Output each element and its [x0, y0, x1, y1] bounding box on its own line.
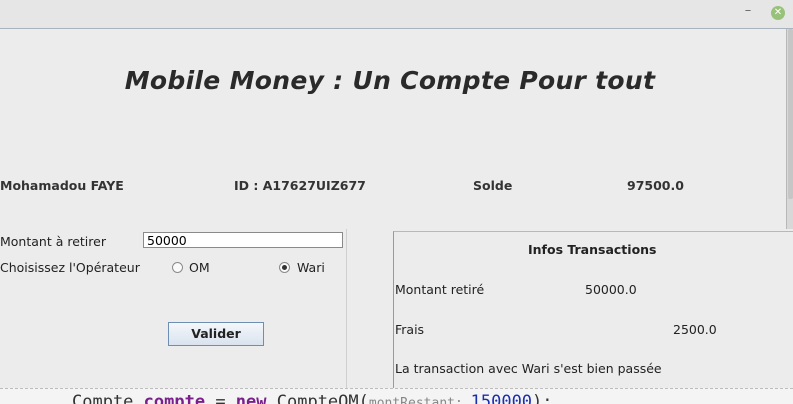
- code-end: );: [532, 392, 553, 404]
- code-number: 150000: [470, 392, 533, 404]
- transactions-title: Infos Transactions: [528, 242, 657, 257]
- validate-button[interactable]: Valider: [168, 322, 264, 346]
- withdrawn-label: Montant retiré: [395, 282, 485, 297]
- window-titlebar: – ✕: [0, 0, 793, 29]
- om-radio[interactable]: [172, 262, 183, 273]
- wari-radio[interactable]: [279, 262, 290, 273]
- balance-label: Solde: [473, 178, 513, 193]
- code-new-keyword: new: [235, 392, 267, 404]
- scrollbar-thumb[interactable]: [788, 29, 793, 199]
- amount-input[interactable]: [143, 232, 343, 248]
- balance-value: 97500.0: [627, 178, 684, 193]
- code-assign: =: [205, 392, 236, 404]
- withdrawal-form-panel: [0, 229, 347, 390]
- minimize-icon[interactable]: –: [741, 4, 755, 18]
- account-id: ID : A17627UIZ677: [234, 178, 366, 193]
- code-constructor: CompteOM(: [266, 392, 369, 404]
- close-icon[interactable]: ✕: [771, 6, 785, 20]
- code-type: Compte: [72, 392, 144, 404]
- fees-value: 2500.0: [673, 322, 717, 337]
- page-title: Mobile Money : Un Compte Pour tout: [124, 66, 656, 95]
- code-line: Compte compte = new CompteOM(montRestant…: [72, 392, 553, 404]
- fees-label: Frais: [395, 322, 425, 337]
- operator-label: Choisissez l'Opérateur: [0, 260, 140, 275]
- amount-label: Montant à retirer: [0, 234, 106, 249]
- om-label: OM: [189, 260, 210, 275]
- transaction-message: La transaction avec Wari s'est bien pass…: [395, 361, 662, 376]
- wari-label: Wari: [297, 260, 325, 275]
- account-holder-name: Mohamadou FAYE: [0, 178, 124, 193]
- withdrawn-value: 50000.0: [585, 282, 637, 297]
- code-variable: compte: [143, 392, 206, 404]
- background-code-editor: Compte compte = new CompteOM(montRestant…: [0, 388, 793, 404]
- window-scrollbar[interactable]: [786, 29, 793, 229]
